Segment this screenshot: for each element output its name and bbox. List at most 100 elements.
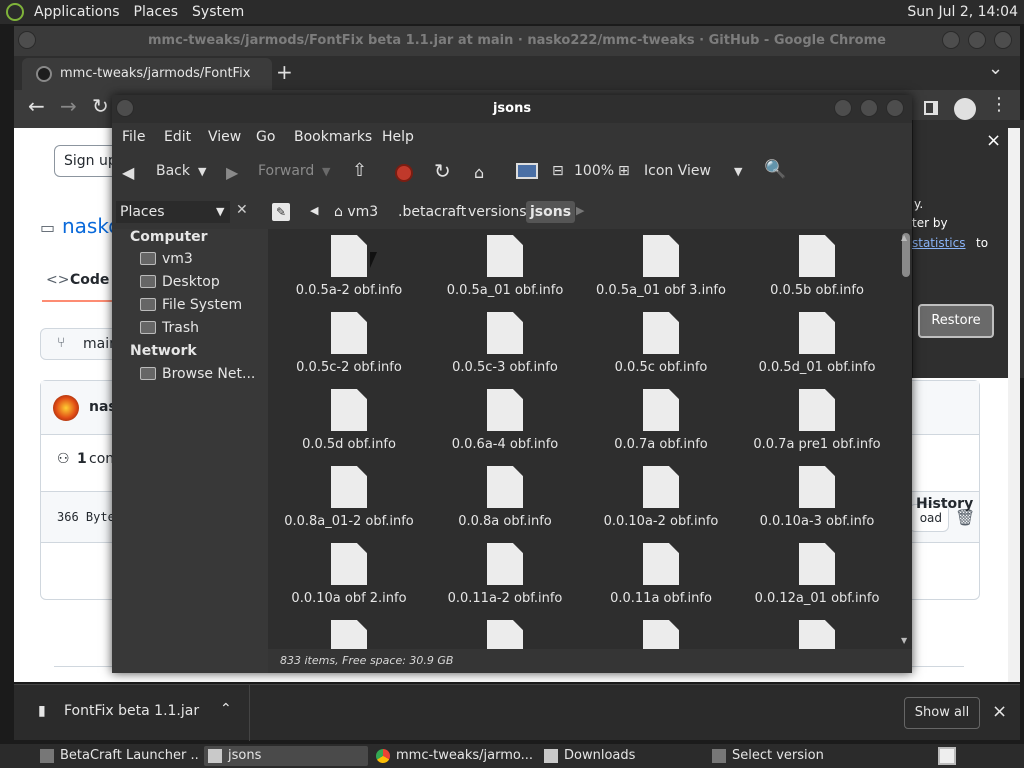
- workspace-switcher-icon[interactable]: [938, 747, 956, 765]
- menu-edit[interactable]: Edit: [164, 129, 191, 145]
- breadcrumb-betacraft[interactable]: .betacraft: [394, 201, 470, 223]
- notice-close-button[interactable]: ×: [986, 130, 1001, 151]
- scroll-up-icon[interactable]: ▲: [901, 233, 907, 242]
- toggle-location-entry-icon[interactable]: ✎: [272, 203, 290, 221]
- tab-search-button[interactable]: ⌄: [988, 58, 1003, 79]
- file-item[interactable]: [742, 614, 892, 649]
- file-item[interactable]: 0.0.10a-2 obf.info: [586, 460, 736, 534]
- file-item[interactable]: 0.0.5a_01 obf 3.info: [586, 229, 736, 303]
- forward-button[interactable]: Forward: [258, 163, 314, 179]
- taskbar-item-downloads[interactable]: Downloads: [540, 746, 704, 766]
- chrome-menu-icon[interactable]: ⋮: [990, 94, 1008, 115]
- forward-arrow-icon[interactable]: →: [60, 94, 77, 118]
- taskbar-item-betacraft[interactable]: BetaCraft Launcher ...: [36, 746, 200, 766]
- file-item[interactable]: 0.0.5d obf.info: [274, 383, 424, 457]
- menu-go[interactable]: Go: [256, 129, 275, 145]
- back-arrow-icon[interactable]: ◀: [122, 163, 134, 182]
- breadcrumb-vm3[interactable]: ⌂ vm3: [330, 201, 382, 223]
- file-icon-view[interactable]: 0.0.5a-2 obf.info 0.0.5a_01 obf.info 0.0.5…: [268, 229, 902, 649]
- scroll-down-icon[interactable]: ▼: [901, 636, 907, 645]
- forward-history-dropdown-icon[interactable]: ▼: [322, 165, 330, 178]
- chrome-tab[interactable]: mmc-tweaks/jarmods/FontFix: [22, 58, 272, 90]
- sidebar-item-vm3[interactable]: vm3: [140, 249, 193, 269]
- panel-menu-applications[interactable]: Applications: [34, 4, 120, 20]
- nemo-minimize-button[interactable]: [834, 99, 852, 117]
- search-icon[interactable]: 🔍: [764, 159, 786, 180]
- computer-icon[interactable]: [516, 163, 538, 179]
- nemo-maximize-button[interactable]: [860, 99, 878, 117]
- file-item[interactable]: 0.0.5c obf.info: [586, 306, 736, 380]
- path-scroll-left-icon[interactable]: ◀: [310, 204, 318, 217]
- close-sidebar-icon[interactable]: ✕: [236, 202, 248, 218]
- file-item[interactable]: [586, 614, 736, 649]
- stop-icon[interactable]: [395, 164, 413, 182]
- show-all-button[interactable]: Show all: [904, 697, 980, 729]
- panel-menu-places[interactable]: Places: [134, 4, 179, 20]
- file-item[interactable]: [274, 614, 424, 649]
- path-scroll-right-icon[interactable]: ▶: [576, 204, 584, 217]
- menu-bookmarks[interactable]: Bookmarks: [294, 129, 372, 145]
- sidebar-item-browse-network[interactable]: Browse Net...: [140, 364, 255, 384]
- back-arrow-icon[interactable]: ←: [28, 94, 45, 118]
- nemo-close-button[interactable]: [886, 99, 904, 117]
- restore-button[interactable]: Restore: [918, 304, 994, 338]
- file-item[interactable]: 0.0.11a obf.info: [586, 537, 736, 611]
- file-item[interactable]: 0.0.5a-2 obf.info: [274, 229, 424, 303]
- file-item[interactable]: 0.0.8a obf.info: [430, 460, 580, 534]
- home-folder-icon[interactable]: ⌂: [474, 163, 484, 182]
- chrome-title-bar[interactable]: mmc-tweaks/jarmods/FontFix beta 1.1.jar …: [14, 26, 1020, 56]
- breadcrumb-versions[interactable]: versions: [464, 201, 531, 223]
- chrome-window-menu-button[interactable]: [18, 31, 36, 49]
- new-tab-button[interactable]: +: [276, 60, 293, 84]
- view-mode-select[interactable]: Icon View: [644, 163, 711, 179]
- history-button[interactable]: History: [916, 496, 973, 512]
- chrome-maximize-button[interactable]: [968, 31, 986, 49]
- zoom-in-icon[interactable]: ⊞: [618, 163, 630, 179]
- file-item[interactable]: 0.0.8a_01-2 obf.info: [274, 460, 424, 534]
- download-shelf-close-button[interactable]: ×: [992, 701, 1007, 722]
- menu-view[interactable]: View: [208, 129, 241, 145]
- breadcrumb-jsons[interactable]: jsons: [526, 201, 576, 223]
- author-avatar[interactable]: [53, 395, 79, 421]
- chrome-close-button[interactable]: [994, 31, 1012, 49]
- tab-code[interactable]: Code: [70, 272, 109, 288]
- file-item[interactable]: 0.0.5c-3 obf.info: [430, 306, 580, 380]
- contributors-count[interactable]: 1: [77, 451, 87, 467]
- back-history-dropdown-icon[interactable]: ▼: [198, 165, 206, 178]
- file-item[interactable]: 0.0.10a obf 2.info: [274, 537, 424, 611]
- file-item[interactable]: 0.0.7a pre1 obf.info: [742, 383, 892, 457]
- file-item[interactable]: 0.0.5c-2 obf.info: [274, 306, 424, 380]
- file-manager-title-bar[interactable]: jsons: [112, 95, 912, 123]
- page-scrollbar[interactable]: [1008, 128, 1020, 682]
- reload-icon[interactable]: ↻: [434, 159, 451, 183]
- panel-clock[interactable]: Sun Jul 2, 14:04: [907, 4, 1018, 20]
- panel-menu-system[interactable]: System: [192, 4, 244, 20]
- file-item[interactable]: 0.0.5d_01 obf.info: [742, 306, 892, 380]
- forward-arrow-icon[interactable]: ▶: [226, 163, 238, 182]
- taskbar-item-jsons[interactable]: jsons: [204, 746, 368, 766]
- taskbar-item-chrome[interactable]: mmc-tweaks/jarmo...: [372, 746, 536, 766]
- contributors-label[interactable]: con: [89, 451, 114, 467]
- file-item[interactable]: 0.0.11a-2 obf.info: [430, 537, 580, 611]
- sidebar-item-desktop[interactable]: Desktop: [140, 272, 220, 292]
- file-item[interactable]: [430, 614, 580, 649]
- notice-statistics-link[interactable]: statistics: [912, 236, 966, 250]
- distro-logo-icon[interactable]: [6, 3, 24, 21]
- file-item[interactable]: 0.0.7a obf.info: [586, 383, 736, 457]
- download-item[interactable]: ▮ FontFix beta 1.1.jar ⌃: [14, 685, 250, 741]
- reload-icon[interactable]: ↻: [92, 94, 109, 118]
- menu-file[interactable]: File: [122, 129, 145, 145]
- nemo-window-menu-button[interactable]: [116, 99, 134, 117]
- up-arrow-icon[interactable]: ⇧: [352, 160, 367, 181]
- taskbar-item-select-version[interactable]: Select version: [708, 746, 872, 766]
- chrome-minimize-button[interactable]: [942, 31, 960, 49]
- menu-help[interactable]: Help: [382, 129, 414, 145]
- profile-avatar-icon[interactable]: [954, 98, 976, 120]
- sidebar-type-select[interactable]: Places ▼: [116, 201, 230, 223]
- side-panel-icon[interactable]: [924, 101, 938, 115]
- file-item[interactable]: 0.0.6a-4 obf.info: [430, 383, 580, 457]
- zoom-out-icon[interactable]: ⊟: [552, 163, 564, 179]
- view-mode-dropdown-icon[interactable]: ▼: [734, 165, 742, 178]
- sidebar-item-file-system[interactable]: File System: [140, 295, 242, 315]
- file-item[interactable]: 0.0.5a_01 obf.info: [430, 229, 580, 303]
